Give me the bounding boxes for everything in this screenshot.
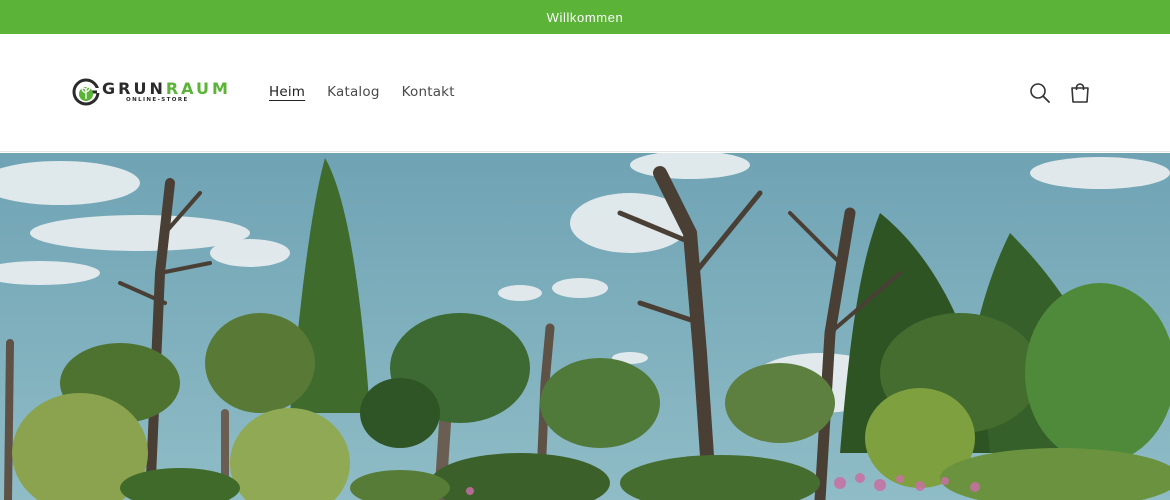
brand-name: GRUNRAUM [102,79,231,98]
announcement-text: Willkommen [546,9,624,25]
search-button[interactable] [1026,79,1054,107]
main-navigation: Heim Katalog Kontakt [258,80,466,104]
cart-button[interactable] [1066,79,1094,107]
brand-logo[interactable]: GRUNRAUM ONLINE-STORE [72,78,232,108]
nav-link-katalog[interactable]: Katalog [316,80,390,104]
search-icon [1030,83,1050,103]
leaf-in-g-icon [72,78,100,106]
announcement-bar: Willkommen [0,0,1170,34]
hero-garden-image [0,153,1170,500]
nav-link-kontakt[interactable]: Kontakt [391,80,466,104]
nav-link-heim[interactable]: Heim [258,80,316,104]
hero-banner [0,153,1170,500]
brand-tagline: ONLINE-STORE [126,97,189,103]
shopping-bag-icon [1071,83,1089,103]
site-header: GRUNRAUM ONLINE-STORE Heim Katalog Konta… [0,34,1170,152]
